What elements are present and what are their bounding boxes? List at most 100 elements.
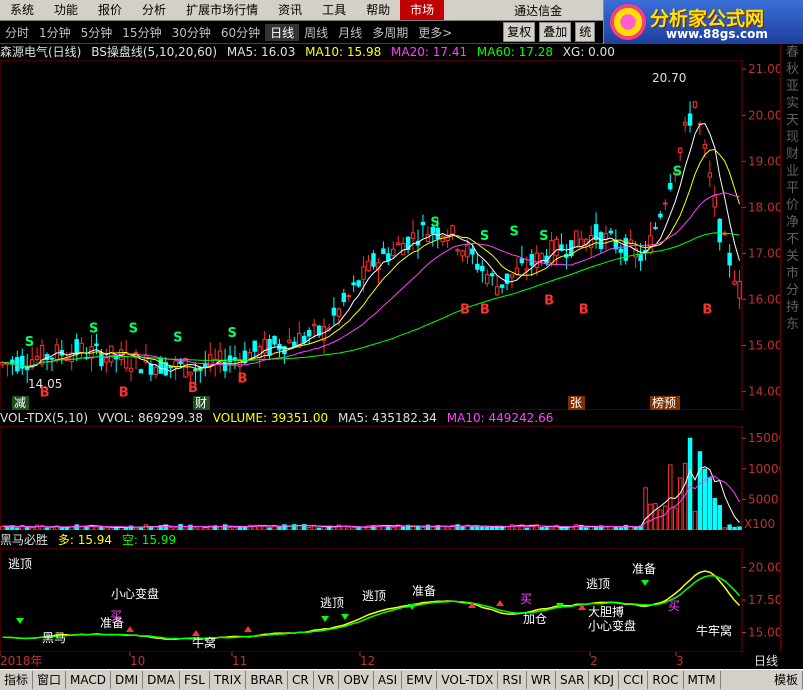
candle-body [648, 235, 653, 254]
candle-body [519, 258, 525, 264]
volume-bar [193, 527, 198, 530]
indicator-tab[interactable]: VR [314, 671, 340, 689]
indicator-tab[interactable]: RSI [498, 671, 527, 689]
candle-body [109, 345, 114, 363]
indicator-tab[interactable]: FSL [180, 671, 210, 689]
volume-bar [613, 526, 619, 530]
indicator-tab[interactable]: BRAR [246, 671, 289, 689]
candle-body [351, 282, 356, 286]
sell-signal: S [480, 229, 489, 244]
hm-annotation: 牛窝 [192, 635, 216, 650]
period-tab[interactable]: 15分钟 [117, 24, 166, 41]
menu-item[interactable]: 报价 [88, 0, 132, 20]
high-price-label: 20.70 [652, 71, 686, 85]
volume-bar [648, 503, 653, 530]
vol-ma5-value: MA5: 435182.34 [337, 411, 437, 425]
period-tab[interactable]: 月线 [333, 24, 367, 41]
volume-bar [331, 526, 337, 530]
indicator-tab[interactable]: DMI [111, 671, 144, 689]
period-tab[interactable]: 30分钟 [167, 24, 216, 41]
candle-body [395, 242, 401, 246]
volume-bar [658, 509, 663, 530]
indicator-tab[interactable]: SAR [556, 671, 590, 689]
vol-info-line: VOL-TDX(5,10) VVOL: 869299.38 VOLUME: 39… [0, 410, 559, 426]
menu-item[interactable]: 分析 [132, 0, 176, 20]
volume-bar [410, 526, 416, 530]
period-tab-daily[interactable]: 日线 [265, 23, 300, 41]
date-axis: 2018年 10 11 12 2 3 日线 [0, 652, 778, 668]
menu-item[interactable]: 工具 [312, 0, 356, 20]
indicator-tab[interactable]: TRIX [210, 671, 247, 689]
volume-bar [173, 527, 178, 530]
broker-name: 通达信金 [514, 3, 563, 18]
menu-item[interactable]: 功能 [44, 0, 88, 20]
period-tab[interactable]: 周线 [299, 24, 333, 41]
volume-bar [104, 527, 109, 530]
side-char: 持 [785, 300, 799, 315]
volume-bar [178, 524, 183, 530]
menu-item-market[interactable]: 市场 [400, 0, 445, 20]
candle-body [485, 274, 490, 285]
period-tab[interactable]: 多周期 [367, 24, 413, 41]
indicator-tab[interactable]: 窗口 [33, 671, 67, 689]
sell-signal: S [173, 331, 182, 346]
menu-item[interactable]: 资讯 [268, 0, 312, 20]
indicator-tab[interactable]: DMA [143, 671, 180, 689]
indicator-tab[interactable]: CR [288, 671, 314, 689]
hm-tick: 15.00 [748, 626, 780, 640]
period-indicator: 日线 [754, 654, 778, 668]
volume-bar [672, 507, 678, 530]
indicator-name[interactable]: BS操盘线(5,10,20,60) [91, 45, 217, 59]
period-tab-more[interactable]: 更多> [413, 24, 457, 41]
volume-bar [480, 526, 485, 530]
volume-bar [297, 525, 302, 530]
stats-button[interactable]: 统 [575, 22, 596, 42]
indicator-tab[interactable]: 指标 [0, 671, 34, 689]
volume-bar [549, 527, 554, 530]
price-chart[interactable]: B B BBB BBB BSS SS SSS S SS 21.0020.0019.0018.00… [0, 60, 780, 410]
volume-bar [168, 526, 173, 530]
indicator-tab[interactable]: MTM [684, 671, 721, 689]
price-tick: 16.00 [748, 292, 780, 306]
indicator-tab[interactable]: 模板 [770, 671, 803, 689]
price-tick: 21.00 [748, 62, 780, 76]
volume-bar [653, 503, 658, 530]
indicator-tab[interactable]: WR [527, 671, 557, 689]
volume-bar [183, 527, 188, 530]
candle-body [336, 308, 342, 317]
sell-signal: S [510, 225, 519, 240]
heima-chart[interactable]: 逃顶黑马准备买小心变盘牛窝逃顶 逃顶 准备买加仓 大胆搏小心变盘逃顶准备买牛牢窝 20… [0, 548, 780, 652]
price-tick: 18.00 [748, 200, 780, 214]
volume-chart[interactable]: 15000 10000 5000 X100 [0, 426, 780, 530]
candle-body [677, 147, 683, 153]
indicator-tab[interactable]: KDJ [589, 671, 620, 689]
indicator-tab[interactable]: VOL-TDX [437, 671, 499, 689]
kong-value: 空: 15.99 [121, 533, 177, 547]
period-tab[interactable]: 5分钟 [76, 24, 118, 41]
side-char: 业 [785, 164, 799, 179]
candle-body [158, 357, 163, 374]
indicator-tab[interactable]: MACD [66, 671, 112, 689]
stock-title[interactable]: 森源电气(日线) [0, 45, 81, 59]
buy-signal: B [544, 293, 554, 308]
vol-indicator-name[interactable]: VOL-TDX(5,10) [0, 411, 88, 425]
indicator-tab[interactable]: OBV [339, 671, 374, 689]
indicator-tab[interactable]: CCI [619, 671, 649, 689]
menu-item[interactable]: 系统 [0, 0, 44, 20]
ma20-line [2, 192, 740, 367]
period-tab[interactable]: 分时 [0, 24, 34, 41]
hm-indicator-name[interactable]: 黑马必胜 [0, 533, 48, 547]
indicator-tab[interactable]: ROC [648, 671, 684, 689]
period-tab[interactable]: 1分钟 [34, 24, 76, 41]
candle-body [232, 357, 238, 360]
menu-item[interactable]: 扩展市场行情 [176, 0, 268, 20]
indicator-tab[interactable]: ASI [374, 671, 403, 689]
candle-body [494, 286, 500, 296]
overlay-button[interactable]: 叠加 [539, 22, 572, 42]
menu-item[interactable]: 帮助 [356, 0, 400, 20]
volume-bar [321, 526, 327, 530]
adjust-button[interactable]: 复权 [503, 22, 536, 42]
indicator-tab[interactable]: EMV [402, 671, 438, 689]
period-tab[interactable]: 60分钟 [216, 24, 265, 41]
candle-body [400, 243, 406, 256]
